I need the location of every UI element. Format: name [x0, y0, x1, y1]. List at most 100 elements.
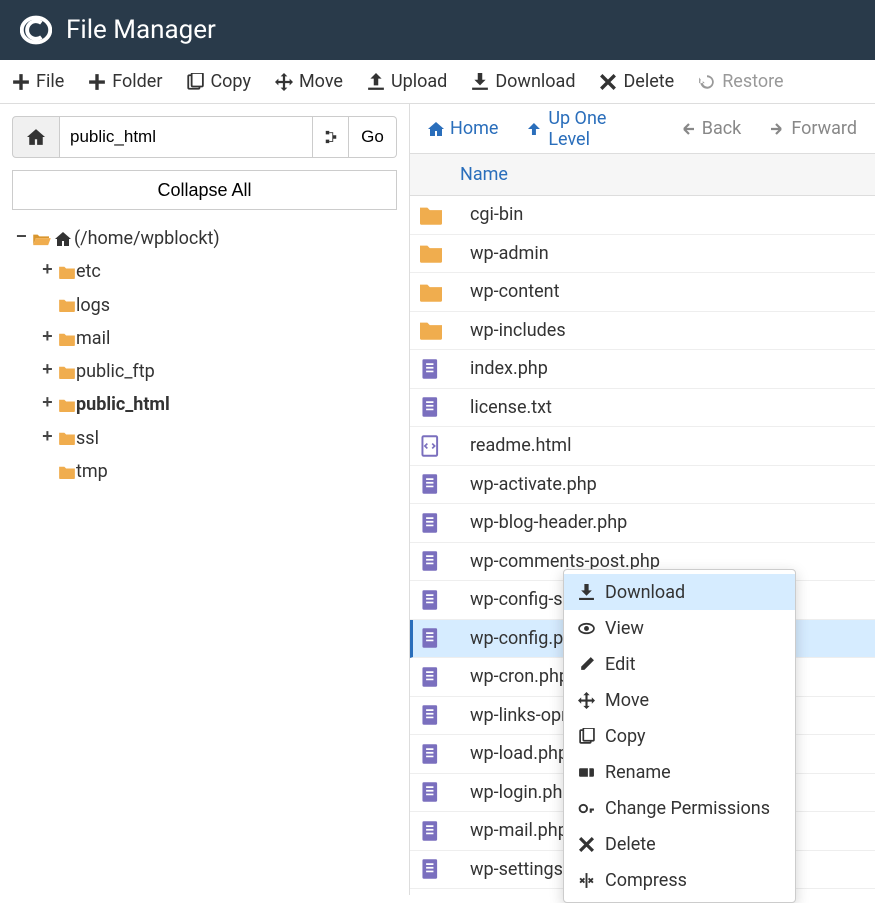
eye-icon [578, 620, 595, 637]
file-icon [420, 627, 442, 649]
context-move[interactable]: Move [564, 682, 795, 718]
context-download[interactable]: Download [564, 574, 795, 610]
file-icon [420, 666, 442, 688]
nav-back-label: Back [702, 118, 742, 139]
toolbar-label: Download [495, 71, 575, 92]
file-name: cgi-bin [470, 204, 523, 225]
file-row[interactable]: wp-includes [410, 312, 875, 351]
toolbar-restore: Restore [698, 71, 783, 92]
context-item-label: Change Permissions [605, 798, 770, 819]
file-row[interactable]: wp-blog-header.php [410, 504, 875, 543]
toolbar-label: Folder [112, 71, 162, 92]
tree-node-public_ftp[interactable]: + public_ftp [16, 355, 397, 388]
home-icon [428, 121, 444, 137]
pencil-icon [578, 656, 595, 673]
context-item-label: Edit [605, 654, 635, 675]
file-icon [420, 781, 442, 803]
tree-node-label: public_ftp [76, 355, 155, 388]
path-go-button[interactable]: Go [349, 116, 397, 158]
nav-up-label: Up One Level [548, 108, 651, 150]
file-row[interactable]: cgi-bin [410, 196, 875, 235]
toolbar-download[interactable]: Download [471, 71, 575, 92]
tree-node-tmp[interactable]: tmp [16, 455, 397, 488]
tree-node-ssl[interactable]: +ssl [16, 422, 397, 455]
tree-toggle[interactable]: + [42, 422, 56, 455]
file-row[interactable]: readme.html [410, 427, 875, 466]
column-name[interactable]: Name [460, 164, 508, 185]
rename-icon [578, 764, 595, 781]
context-delete[interactable]: Delete [564, 826, 795, 862]
file-row[interactable]: index.php [410, 350, 875, 389]
context-item-label: Copy [605, 726, 646, 747]
file-icon [420, 743, 442, 765]
context-rename[interactable]: Rename [564, 754, 795, 790]
collapse-all-button[interactable]: Collapse All [12, 170, 397, 210]
tree-toggle[interactable]: + [42, 322, 56, 355]
path-input[interactable] [60, 116, 313, 158]
move-icon [578, 692, 595, 709]
copy-icon [186, 73, 204, 91]
app-header: File Manager [0, 0, 875, 60]
home-icon [54, 231, 72, 247]
toolbar-folder[interactable]: Folder [88, 71, 162, 92]
file-row[interactable]: wp-admin [410, 235, 875, 274]
toolbar-delete[interactable]: Delete [599, 71, 674, 92]
toolbar-move[interactable]: Move [275, 71, 343, 92]
home-icon [27, 128, 45, 146]
app-title: File Manager [66, 15, 216, 45]
context-item-label: Rename [605, 762, 671, 783]
copy-icon [578, 728, 595, 745]
toolbar-label: Delete [623, 71, 674, 92]
file-icon [420, 473, 442, 495]
tree-node-label: mail [76, 322, 110, 355]
file-row[interactable]: wp-activate.php [410, 466, 875, 505]
context-change-permissions[interactable]: Change Permissions [564, 790, 795, 826]
context-compress[interactable]: Compress [564, 862, 795, 898]
toolbar-file[interactable]: File [12, 71, 64, 92]
folder-icon [58, 465, 76, 479]
restore-icon [698, 73, 716, 91]
tree-toggle[interactable]: + [42, 355, 56, 388]
nav-home[interactable]: Home [428, 118, 498, 139]
toolbar-upload[interactable]: Upload [367, 71, 447, 92]
upload-icon [367, 73, 385, 91]
tree-toggle[interactable]: − [16, 222, 30, 255]
main-toolbar: File Folder Copy Move Upload Download Delete Re… [0, 60, 875, 104]
file-name: wp-admin [470, 243, 549, 264]
folder-icon [58, 431, 76, 445]
file-row[interactable]: license.txt [410, 389, 875, 428]
file-name: wp-blog-header.php [470, 512, 627, 533]
tree-node-logs[interactable]: logs [16, 289, 397, 322]
sidebar: Go Collapse All −(/home/wpblockt)+etclog… [0, 104, 410, 895]
nav-forward[interactable]: Forward [769, 118, 857, 139]
file-icon [420, 512, 442, 534]
table-header: Name [410, 154, 875, 196]
file-name: readme.html [470, 435, 571, 456]
file-row[interactable]: wp-content [410, 273, 875, 312]
toolbar-label: Move [299, 71, 343, 92]
tree-toggle[interactable]: + [42, 255, 56, 288]
tree-node-public_html[interactable]: +public_html [16, 388, 397, 421]
tree-node-etc[interactable]: +etc [16, 255, 397, 288]
nav-back[interactable]: Back [680, 118, 742, 139]
path-home-button[interactable] [12, 116, 60, 158]
tree-root[interactable]: −(/home/wpblockt) [16, 222, 397, 255]
download-icon [471, 73, 489, 91]
move-icon [275, 73, 293, 91]
tree-toggle[interactable]: + [42, 388, 56, 421]
nav-up[interactable]: Up One Level [526, 108, 651, 150]
file-name: wp-content [470, 281, 560, 302]
toolbar-copy[interactable]: Copy [186, 71, 251, 92]
context-item-label: Delete [605, 834, 656, 855]
context-view[interactable]: View [564, 610, 795, 646]
context-edit[interactable]: Edit [564, 646, 795, 682]
path-tree-button[interactable] [313, 116, 349, 158]
compress-icon [578, 872, 595, 889]
tree-node-label: tmp [76, 455, 108, 488]
folder-icon [420, 281, 442, 303]
file-name: wp-login.php [470, 782, 573, 803]
toolbar-label: Restore [722, 71, 783, 92]
cpanel-logo-icon [20, 14, 52, 46]
context-copy[interactable]: Copy [564, 718, 795, 754]
tree-node-mail[interactable]: + mail [16, 322, 397, 355]
